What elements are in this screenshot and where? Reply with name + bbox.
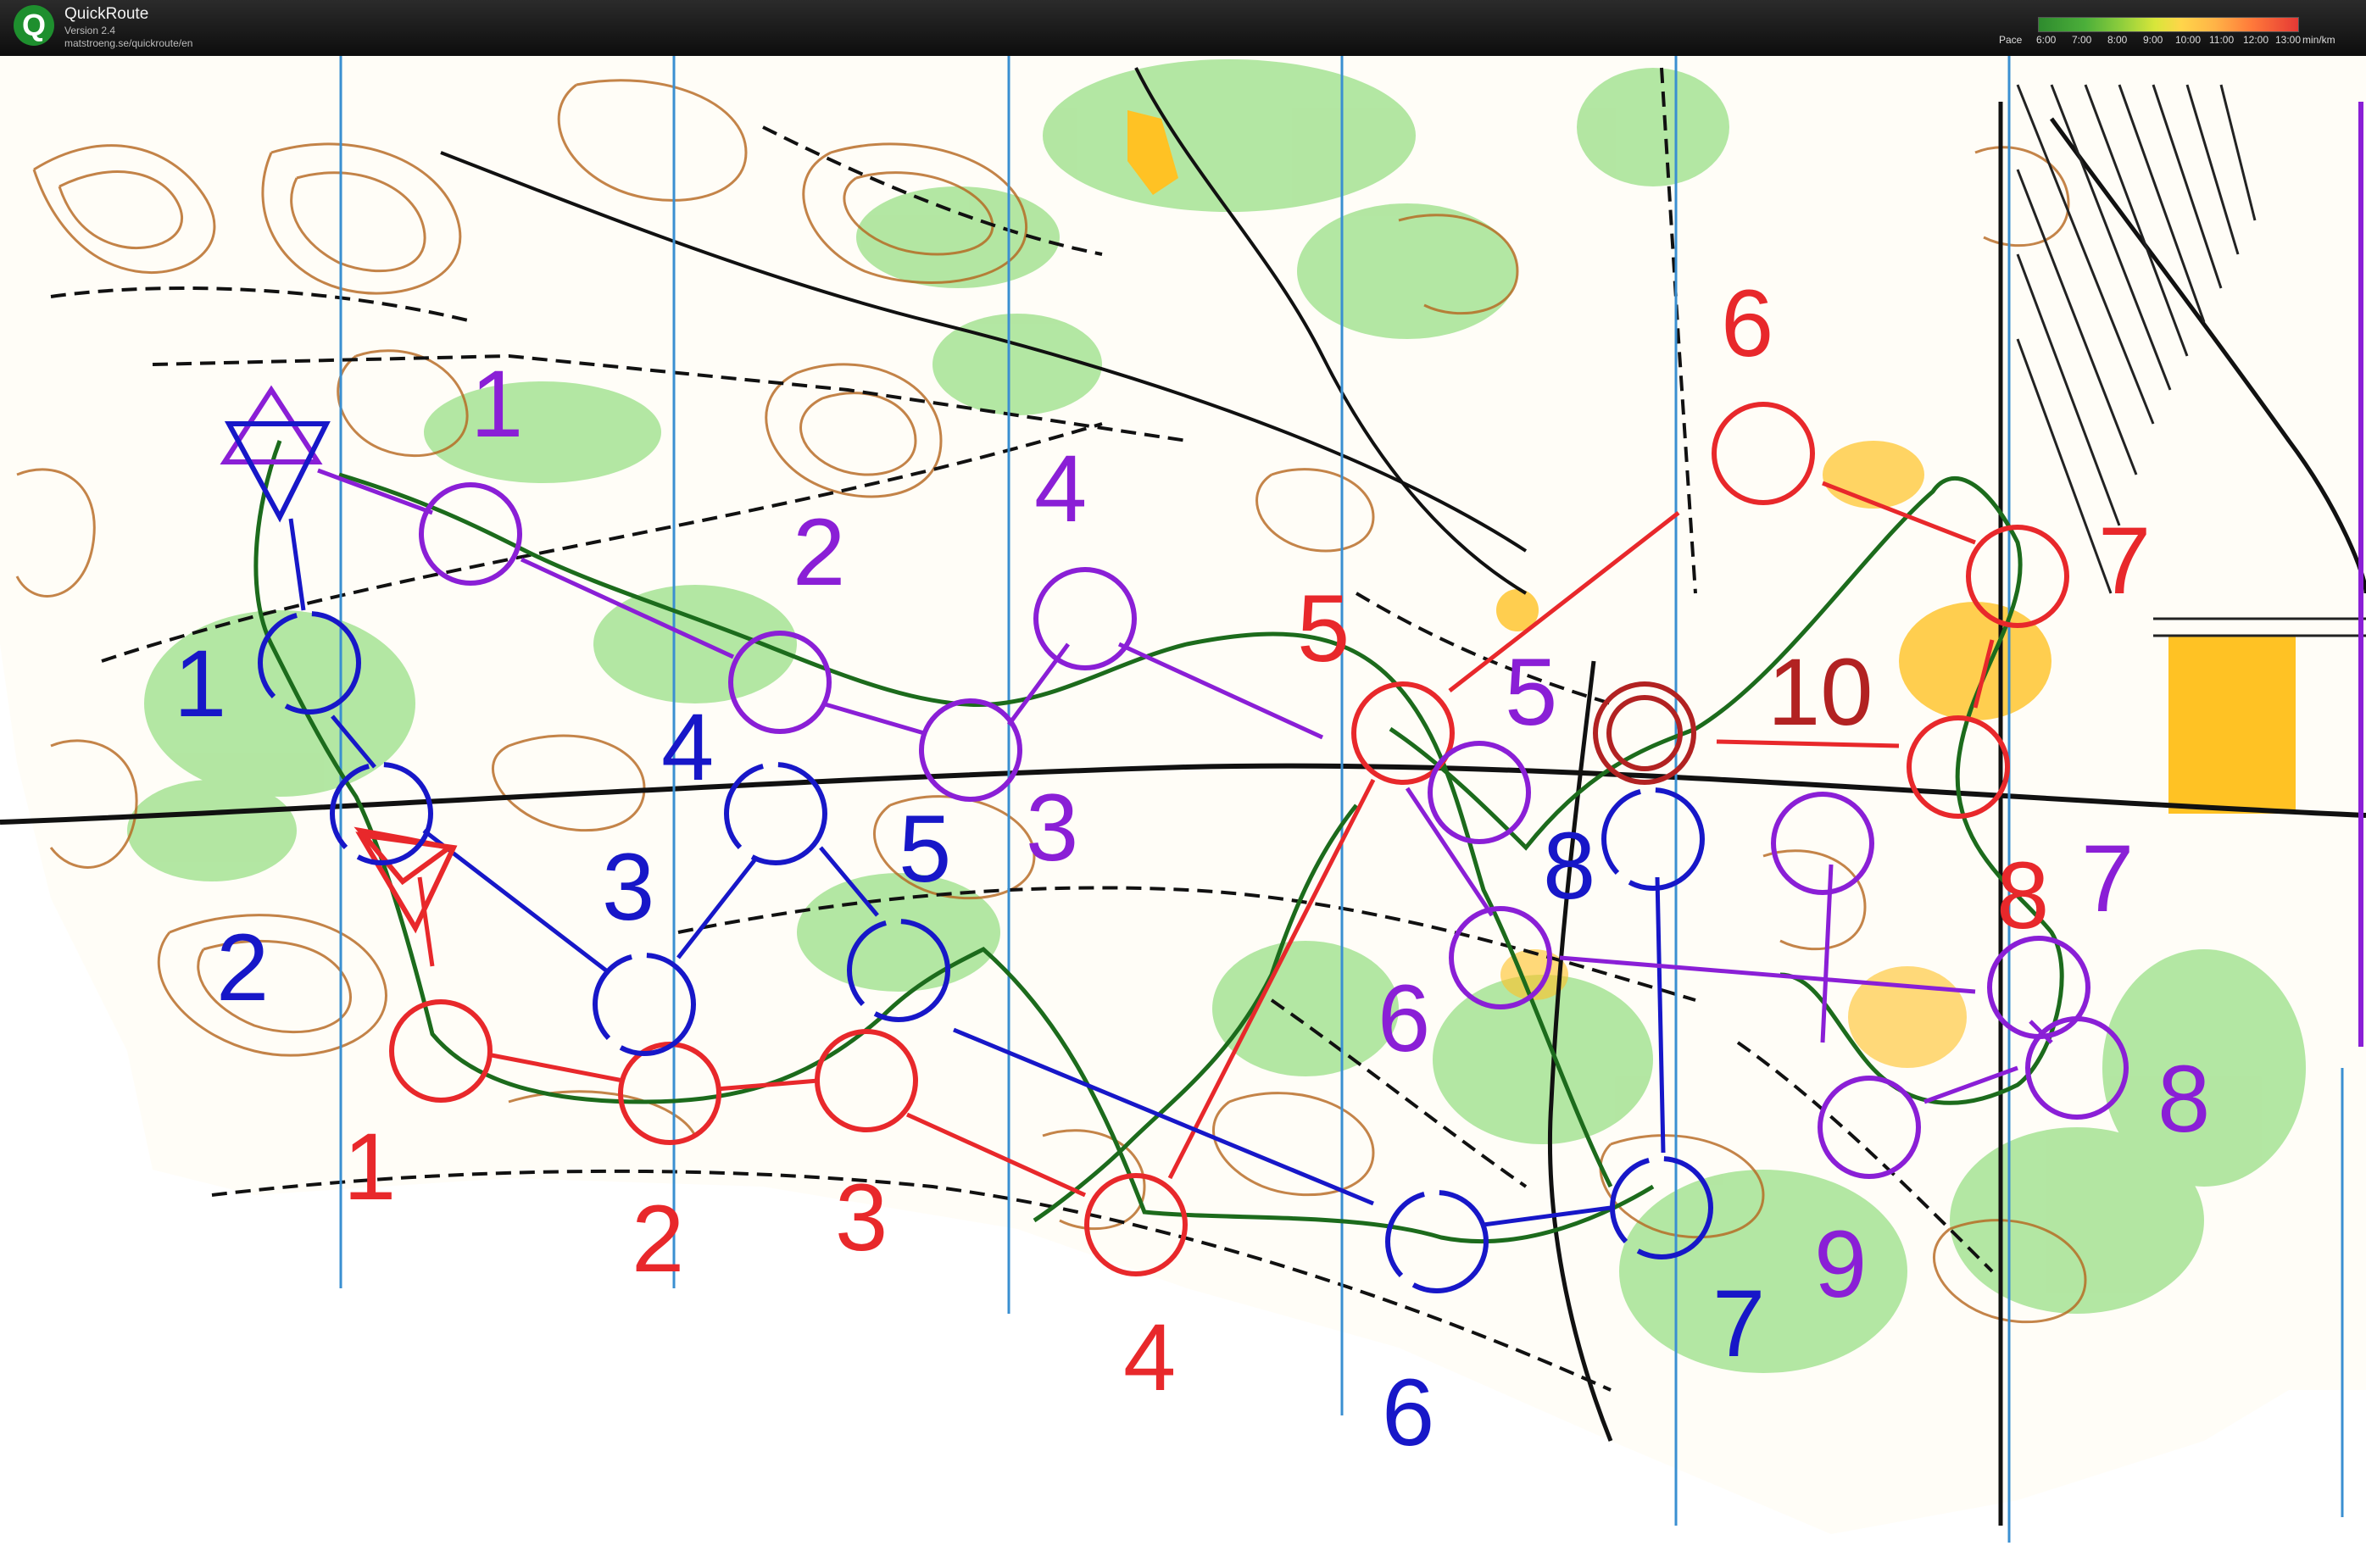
pace-legend-label: Pace bbox=[1999, 34, 2023, 46]
pace-tick: 12:00 bbox=[2243, 34, 2269, 46]
pace-tick: 6:00 bbox=[2036, 34, 2057, 46]
pace-tick: 9:00 bbox=[2143, 34, 2163, 46]
purple-number-5: 5 bbox=[1505, 639, 1557, 745]
purple-number-9: 9 bbox=[1814, 1211, 1867, 1317]
orienteering-map[interactable]: 1 2 3 4 5 6 7 8 10 1 2 3 4 5 6 7 8 1 2 3… bbox=[0, 56, 2366, 1568]
blue-number-1: 1 bbox=[174, 631, 226, 737]
blue-number-6: 6 bbox=[1382, 1359, 1434, 1465]
app-url[interactable]: matstroeng.se/quickroute/en bbox=[64, 37, 192, 49]
red-number-3: 3 bbox=[835, 1165, 888, 1271]
purple-number-6: 6 bbox=[1378, 965, 1430, 1071]
app-title: QuickRoute bbox=[64, 5, 149, 23]
blue-number-3: 3 bbox=[602, 834, 654, 940]
pace-unit: min/km bbox=[2302, 34, 2335, 46]
purple-number-7: 7 bbox=[2081, 826, 2134, 931]
app-version: Version 2.4 bbox=[64, 25, 116, 36]
red-number-2: 2 bbox=[632, 1186, 684, 1292]
purple-number-2: 2 bbox=[793, 499, 845, 605]
pace-tick: 10:00 bbox=[2175, 34, 2202, 46]
pace-tick: 7:00 bbox=[2072, 34, 2092, 46]
blue-number-8: 8 bbox=[1543, 813, 1595, 919]
red-number-1: 1 bbox=[343, 1114, 396, 1220]
red-number-7: 7 bbox=[2098, 508, 2151, 614]
purple-number-4: 4 bbox=[1034, 436, 1087, 542]
purple-number-1: 1 bbox=[470, 351, 523, 457]
pace-tick: 8:00 bbox=[2107, 34, 2128, 46]
blue-number-7: 7 bbox=[1712, 1271, 1765, 1376]
blue-number-2: 2 bbox=[216, 915, 269, 1020]
red-number-5: 5 bbox=[1297, 575, 1350, 681]
red-number-6: 6 bbox=[1721, 270, 1773, 376]
pace-tick: 13:00 bbox=[2275, 34, 2302, 46]
quickroute-logo-icon: Q bbox=[14, 5, 54, 46]
purple-number-3: 3 bbox=[1026, 775, 1078, 881]
pace-tick: 11:00 bbox=[2209, 34, 2235, 46]
red-number-4: 4 bbox=[1123, 1304, 1176, 1410]
blue-number-4: 4 bbox=[661, 694, 714, 800]
red-number-10: 10 bbox=[1768, 639, 1873, 745]
blue-number-5: 5 bbox=[899, 796, 951, 902]
red-number-8: 8 bbox=[1996, 842, 2049, 948]
purple-number-8: 8 bbox=[2157, 1046, 2210, 1152]
pace-color-bar bbox=[2038, 17, 2299, 32]
title-bar: Q QuickRoute Version 2.4 matstroeng.se/q… bbox=[0, 0, 2366, 56]
